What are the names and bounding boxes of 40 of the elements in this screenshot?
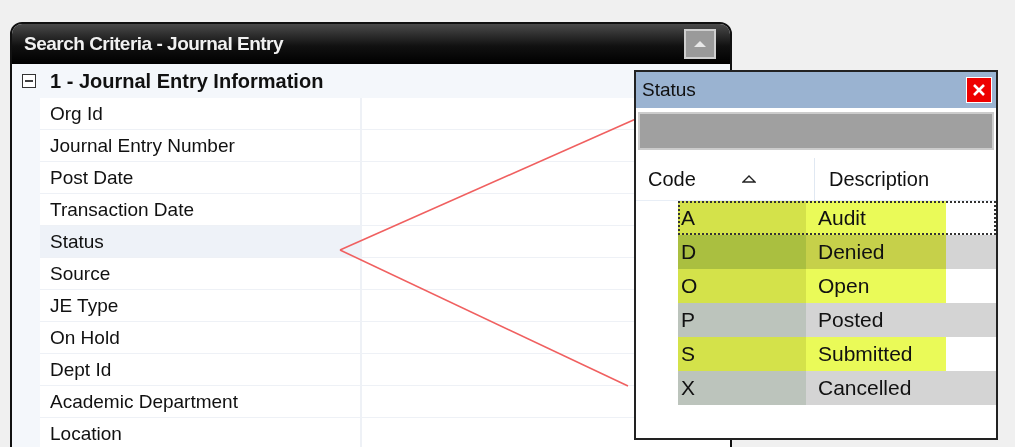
code-cell: X xyxy=(678,371,806,405)
field-label[interactable]: Dept Id xyxy=(40,354,362,386)
description-cell: Open xyxy=(806,269,946,303)
field-label[interactable]: Location xyxy=(40,418,362,447)
status-row[interactable]: S Submitted xyxy=(678,337,996,371)
description-cell: Denied xyxy=(806,235,946,269)
code-cell: A xyxy=(678,201,806,235)
description-cell: Audit xyxy=(806,201,946,235)
field-label[interactable]: Journal Entry Number xyxy=(40,130,362,162)
code-cell: P xyxy=(678,303,806,337)
panel-title: Search Criteria - Journal Entry xyxy=(24,33,284,55)
column-header[interactable]: Code xyxy=(636,158,815,200)
field-label[interactable]: Transaction Date xyxy=(40,194,362,226)
description-cell: Submitted xyxy=(806,337,946,371)
description-cell-text: Posted xyxy=(817,307,885,333)
status-row[interactable]: P Posted xyxy=(678,303,996,337)
section-title: 1 - Journal Entry Information xyxy=(50,69,324,93)
field-label[interactable]: Status xyxy=(40,226,362,258)
status-row[interactable]: O Open xyxy=(678,269,996,303)
up-arrow-icon xyxy=(693,40,707,48)
filter-field[interactable] xyxy=(638,112,994,150)
close-button[interactable] xyxy=(966,77,992,103)
field-label[interactable]: Post Date xyxy=(40,162,362,194)
field-label[interactable]: Org Id xyxy=(40,98,362,130)
code-cell: S xyxy=(678,337,806,371)
description-cell-text: Cancelled xyxy=(817,375,913,401)
field-label[interactable]: Academic Department xyxy=(40,386,362,418)
close-icon xyxy=(972,83,986,97)
collapse-button[interactable] xyxy=(684,29,716,59)
status-row[interactable]: X Cancelled xyxy=(678,371,996,405)
popup-title: Status xyxy=(642,79,696,101)
column-header[interactable]: Description xyxy=(815,158,930,200)
collapse-toggle-icon[interactable] xyxy=(22,74,36,88)
status-row[interactable]: D Denied xyxy=(678,235,996,269)
field-label[interactable]: On Hold xyxy=(40,322,362,354)
code-cell: O xyxy=(678,269,806,303)
status-row[interactable]: A Audit xyxy=(678,201,996,235)
field-label[interactable]: JE Type xyxy=(40,290,362,322)
field-label[interactable]: Source xyxy=(40,258,362,290)
code-cell: D xyxy=(678,235,806,269)
